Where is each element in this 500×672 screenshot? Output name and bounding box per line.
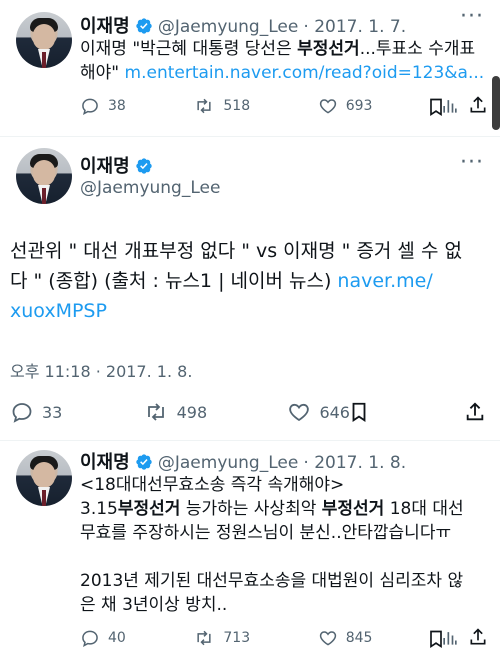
avatar[interactable] [16,12,72,68]
tweet-timestamp[interactable]: 오후 11:18 · 2017. 1. 8. [10,358,192,382]
bookmark-icon [430,98,442,117]
bookmark-button[interactable] [426,628,446,654]
tweet-text: <18대대선무효소송 즉각 속개해야> 3.15부정선거 능가하는 사상최악 부… [80,475,464,615]
share-icon [466,402,484,421]
share-button[interactable] [464,400,486,428]
like-count: 646 [319,402,350,422]
author-handle[interactable]: @Jaemyung_Lee [80,178,220,198]
divider [0,136,500,137]
author-name[interactable]: 이재명 [80,452,130,473]
scrollbar[interactable] [492,76,500,130]
reply-icon [12,403,32,423]
bookmark-button[interactable] [426,96,446,122]
like-count: 845 [345,630,373,646]
like-count: 693 [345,98,373,114]
author-name[interactable]: 이재명 [80,156,130,177]
retweet-icon [197,98,211,114]
retweet-count: 713 [223,630,251,646]
bookmark-icon [430,630,442,649]
retweet-button[interactable]: 713 [193,628,250,648]
timeline: 이재명 @Jaemyung_Lee · 2017. 1. 7. ··· 이재명 … [0,0,500,672]
action-bar: 33 498 646 [10,400,350,424]
retweet-count: 518 [223,98,251,114]
verified-badge-icon [135,17,153,39]
share-icon [470,628,486,645]
like-button[interactable]: 693 [318,96,373,116]
action-bar: 38 518 693 [80,96,460,116]
like-button[interactable]: 845 [318,628,373,648]
retweet-button[interactable]: 498 [143,400,208,424]
tweet-text: 이재명 "박근혜 대통령 당선은 부정선거...투표소 수개표 해야" m.en… [80,39,485,83]
divider [0,440,500,441]
like-button[interactable]: 646 [287,400,350,424]
share-button[interactable] [468,94,488,120]
author-handle[interactable]: @Jaemyung_Lee [158,453,298,473]
tweet-link[interactable]: naver.me/ [337,270,432,292]
verified-badge-icon [135,453,153,475]
tweet-text: 선관위 " 대선 개표부정 없다 " vs 이재명 " 증거 셀 수 없 다 "… [10,236,492,326]
reply-count: 38 [108,98,126,114]
retweet-icon [197,630,211,646]
retweet-icon [147,403,164,421]
author-name[interactable]: 이재명 [80,16,130,37]
tweet-date[interactable]: · 2017. 1. 7. [303,17,406,37]
author-handle[interactable]: @Jaemyung_Lee [158,17,298,37]
reply-button[interactable]: 40 [80,628,126,648]
like-icon [289,403,310,422]
more-icon[interactable]: ··· [460,4,484,29]
action-bar: 40 713 845 [80,628,460,648]
reply-icon [82,98,98,115]
reply-icon [82,630,98,647]
reply-button[interactable]: 33 [10,400,62,424]
retweet-button[interactable]: 518 [193,96,250,116]
share-button[interactable] [468,626,488,652]
bookmark-button[interactable] [348,400,370,428]
reply-count: 33 [42,402,63,422]
verified-badge-icon [135,157,153,179]
like-icon [319,631,336,646]
tweet-link[interactable]: m.entertain.naver.com/read?oid=123&a... [125,63,485,83]
bookmark-icon [352,402,366,422]
like-icon [319,99,336,114]
reply-button[interactable]: 38 [80,96,126,116]
avatar[interactable] [16,148,72,204]
avatar[interactable] [16,450,72,506]
retweet-count: 498 [176,402,208,422]
share-icon [470,96,486,113]
more-icon[interactable]: ··· [460,150,484,175]
tweet-date[interactable]: · 2017. 1. 8. [303,453,406,473]
reply-count: 40 [108,630,126,646]
tweet-link-cont[interactable]: xuoxMPSP [10,296,492,326]
